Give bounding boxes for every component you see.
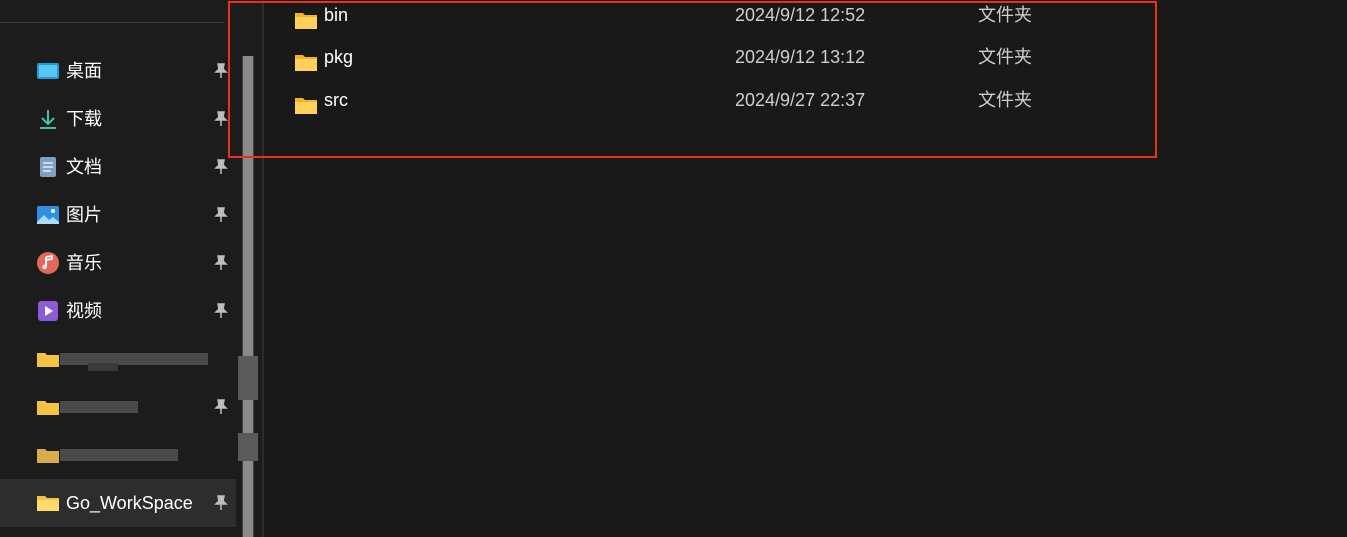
sidebar-item-documents[interactable]: 文档: [0, 143, 236, 191]
sidebar-scrollbar-thumb[interactable]: [243, 56, 253, 537]
desktop-icon: [37, 63, 59, 79]
file-type: 文件夹: [978, 90, 1032, 110]
sidebar-item-label: 图片: [66, 205, 102, 225]
folder-icon: [37, 496, 59, 511]
sidebar-item-downloads[interactable]: 下载: [0, 95, 236, 143]
file-row-bin[interactable]: bin 2024/9/12 12:52 文件夹: [265, 0, 1145, 43]
navigation-pane: 桌面 下载 文档 图片 音乐 视频 Go_WorkSpace: [0, 0, 262, 537]
file-date: 2024/9/12 13:12: [735, 47, 866, 67]
sidebar-item-redacted-folder[interactable]: [0, 335, 236, 383]
pin-icon[interactable]: [212, 206, 230, 224]
folder-icon: [295, 55, 317, 71]
pane-divider[interactable]: [262, 0, 264, 537]
pin-icon[interactable]: [212, 110, 230, 128]
pin-icon[interactable]: [212, 302, 230, 320]
folder-icon: [37, 401, 59, 415]
file-name: src: [324, 90, 348, 110]
file-date: 2024/9/12 12:52: [735, 5, 866, 25]
sidebar-item-go-workspace[interactable]: Go_WorkSpace: [0, 479, 236, 527]
file-type: 文件夹: [978, 5, 1032, 25]
sidebar-divider: [0, 22, 224, 23]
sidebar-item-music[interactable]: 音乐: [0, 239, 236, 287]
redacted-label: [60, 401, 138, 413]
download-icon: [40, 110, 56, 129]
pin-icon[interactable]: [212, 158, 230, 176]
scrollbar-grip: [238, 433, 258, 461]
sidebar-item-label: 文档: [66, 157, 102, 177]
sidebar-item-label: 下载: [66, 109, 102, 129]
folder-icon: [37, 449, 59, 463]
video-icon: [38, 301, 58, 321]
file-name: pkg: [324, 47, 354, 67]
sidebar-item-label: 音乐: [66, 253, 102, 273]
sidebar-item-redacted-folder[interactable]: [0, 383, 236, 431]
pictures-icon: [37, 206, 59, 224]
sidebar-item-pictures[interactable]: 图片: [0, 191, 236, 239]
file-row-src[interactable]: src 2024/9/27 22:37 文件夹: [265, 85, 1145, 128]
sidebar-item-label: Go_WorkSpace: [66, 493, 193, 513]
music-icon: [37, 252, 59, 274]
sidebar-item-label: 桌面: [66, 61, 102, 81]
file-date: 2024/9/27 22:37: [735, 90, 866, 110]
redacted-label: [60, 353, 208, 365]
file-row-pkg[interactable]: pkg 2024/9/12 13:12 文件夹: [265, 42, 1145, 85]
pin-icon[interactable]: [212, 494, 230, 512]
redacted-label: [60, 449, 178, 461]
sidebar-item-videos[interactable]: 视频: [0, 287, 236, 335]
file-type: 文件夹: [978, 47, 1032, 67]
sidebar-item-desktop[interactable]: 桌面: [0, 47, 236, 95]
document-icon: [40, 157, 56, 177]
scrollbar-grip: [238, 356, 258, 400]
redacted-label: [88, 363, 118, 371]
pin-icon[interactable]: [212, 398, 230, 416]
file-name: bin: [324, 5, 349, 25]
sidebar-item-redacted-folder[interactable]: [0, 431, 236, 479]
sidebar-item-label: 视频: [66, 301, 102, 321]
folder-icon: [295, 98, 317, 114]
pin-icon[interactable]: [212, 254, 230, 272]
folder-icon: [295, 13, 317, 29]
folder-icon: [37, 353, 59, 367]
pin-icon[interactable]: [212, 62, 230, 80]
